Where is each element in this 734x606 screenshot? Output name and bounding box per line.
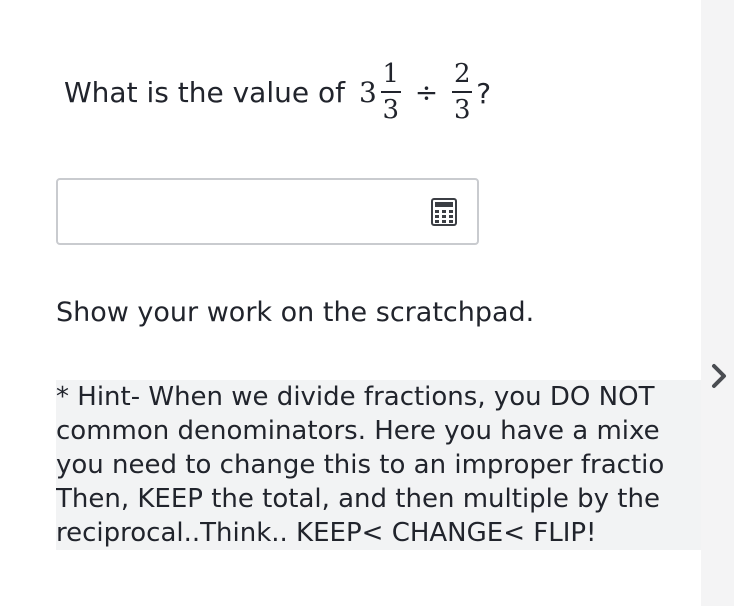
fraction-bar — [452, 91, 473, 93]
side-panel — [701, 0, 734, 606]
answer-field[interactable] — [56, 178, 479, 245]
question-text: What is the value of — [64, 75, 345, 109]
hint-text: * Hint- When we divide fractions, you DO… — [56, 380, 701, 550]
fraction-two-thirds: 2 3 — [452, 59, 473, 125]
calculator-icon[interactable] — [431, 198, 457, 226]
fraction-numerator: 2 — [453, 59, 471, 89]
hint-line: Then, KEEP the total, and then multiple … — [56, 484, 660, 514]
fraction-denominator: 3 — [453, 95, 471, 125]
question-prompt: What is the value of 3 1 3 ÷ 2 3 ? — [64, 52, 491, 132]
answer-input[interactable] — [66, 190, 426, 234]
exercise-page: What is the value of 3 1 3 ÷ 2 3 ? Show … — [0, 0, 734, 606]
hint-line: reciprocal..Think.. KEEP< CHANGE< FLIP! — [56, 518, 597, 548]
fraction-denominator: 3 — [382, 95, 400, 125]
fraction-numerator: 1 — [382, 59, 400, 89]
division-operator: ÷ — [414, 75, 439, 109]
hint-line: you need to change this to an improper f… — [56, 450, 665, 480]
fraction-one-third: 1 3 — [380, 59, 401, 125]
mixed-number-whole: 3 — [358, 75, 377, 109]
hint-line: * Hint- When we divide fractions, you DO… — [56, 382, 655, 412]
question-mark: ? — [476, 77, 492, 110]
instruction-text: Show your work on the scratchpad. — [56, 297, 535, 328]
math-expression: 3 1 3 ÷ 2 3 ? — [359, 59, 491, 125]
chevron-right-icon[interactable] — [709, 362, 729, 390]
fraction-bar — [380, 91, 401, 93]
hint-line: common denominators. Here you have a mix… — [56, 416, 660, 446]
